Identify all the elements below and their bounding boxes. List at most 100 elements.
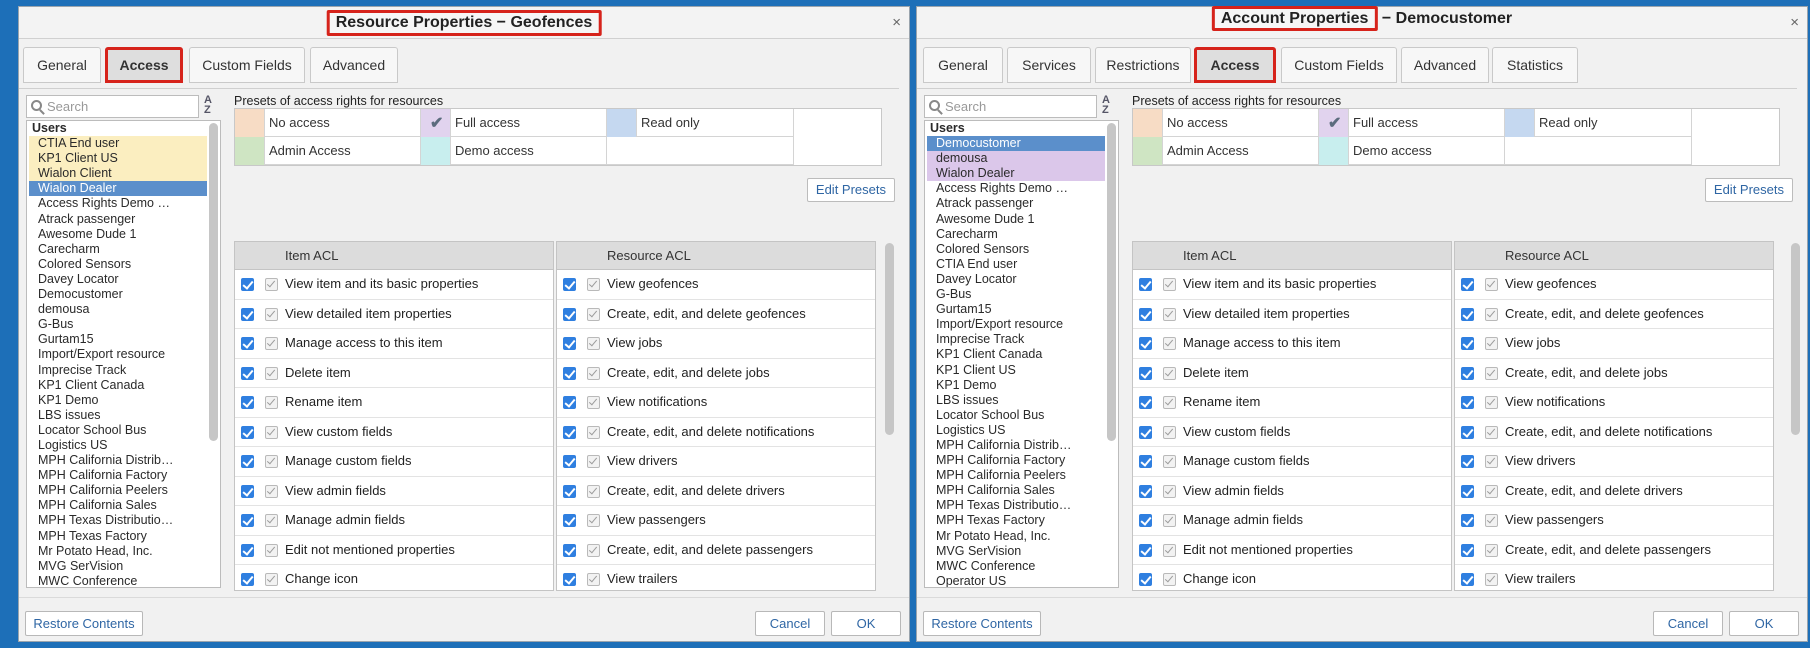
ok-button[interactable]: OK (1729, 611, 1799, 636)
user-list-item[interactable]: Gurtam15 (29, 332, 207, 347)
permission-checkbox[interactable] (1139, 396, 1152, 409)
permission-checkbox[interactable] (1461, 455, 1474, 468)
permission-checkbox[interactable] (563, 366, 576, 380)
user-list-item[interactable]: Mr Potato Head, Inc. (29, 544, 207, 559)
user-list-item[interactable]: Operator US (927, 574, 1105, 587)
user-list-item[interactable]: Import/Export resource (927, 317, 1105, 332)
user-list-item[interactable]: Carecharm (29, 242, 207, 257)
permission-checkbox[interactable] (1461, 307, 1474, 321)
permission-checkbox[interactable] (241, 455, 254, 468)
user-list-item[interactable]: Davey Locator (927, 272, 1105, 287)
user-list-item[interactable]: MPH California Peelers (927, 468, 1105, 483)
permission-checkbox[interactable] (1139, 337, 1152, 350)
permission-checkbox[interactable] (563, 573, 576, 586)
edit-presets-button[interactable]: Edit Presets (806, 178, 895, 202)
permission-checkbox[interactable] (563, 425, 576, 439)
permission-checkbox[interactable] (563, 514, 576, 527)
tab-statistics[interactable]: Statistics (1492, 47, 1578, 83)
user-list-item[interactable]: Logistics US (927, 423, 1105, 438)
user-list-item[interactable]: MVG SerVision (927, 544, 1105, 559)
acl-scrollbar[interactable] (1791, 243, 1800, 435)
permission-checkbox[interactable] (563, 543, 576, 557)
user-list-item[interactable]: demousa (29, 302, 207, 317)
user-list-item[interactable]: demousa (927, 151, 1105, 167)
permission-checkbox[interactable] (1461, 425, 1474, 439)
edit-presets-button[interactable]: Edit Presets (1704, 178, 1793, 202)
permission-checkbox[interactable] (1461, 543, 1474, 557)
user-list-item[interactable]: MPH California Peelers (29, 483, 207, 498)
user-list-item[interactable]: Locator School Bus (29, 423, 207, 438)
user-list-item[interactable]: Davey Locator (29, 272, 207, 287)
permission-checkbox[interactable] (241, 396, 254, 409)
user-list-item[interactable]: Locator School Bus (927, 408, 1105, 423)
acl-scrollbar[interactable] (885, 243, 894, 435)
permission-checkbox[interactable] (241, 425, 254, 439)
permission-checkbox[interactable] (563, 455, 576, 468)
user-list-item[interactable]: Colored Sensors (29, 257, 207, 272)
search-input[interactable]: Search (924, 95, 1097, 118)
user-list-item[interactable]: MPH Texas Factory (29, 529, 207, 544)
permission-checkbox[interactable] (563, 278, 576, 291)
preset-item[interactable]: Admin Access (1133, 137, 1319, 165)
user-list-item[interactable]: MPH Texas Distributio… (927, 498, 1105, 513)
permission-checkbox[interactable] (1139, 278, 1152, 291)
restore-contents-button[interactable]: Restore Contents (25, 611, 143, 636)
user-list-item[interactable]: LBS issues (29, 408, 207, 423)
permission-checkbox[interactable] (241, 543, 254, 557)
permission-checkbox[interactable] (1461, 278, 1474, 291)
user-list-item[interactable]: MPH California Distrib… (927, 438, 1105, 453)
user-list-item[interactable]: Democustomer (927, 136, 1105, 152)
permission-checkbox[interactable] (1139, 543, 1152, 557)
preset-item[interactable]: No access (1133, 109, 1319, 137)
tab-custom-fields[interactable]: Custom Fields (1281, 47, 1397, 83)
sort-az-icon[interactable]: AZ (1102, 95, 1110, 116)
user-list-item[interactable]: MVG SerVision (29, 559, 207, 574)
user-list-item[interactable]: CTIA End user (29, 136, 207, 152)
permission-checkbox[interactable] (563, 337, 576, 350)
preset-item[interactable]: Admin Access (235, 137, 421, 165)
user-list-scrollbar[interactable] (209, 123, 218, 441)
preset-item[interactable]: Read only (607, 109, 794, 137)
user-list-item[interactable]: KP1 Client Canada (927, 347, 1105, 362)
user-list-item[interactable]: Wialon Dealer (927, 166, 1105, 182)
preset-item[interactable]: Demo access (421, 137, 607, 165)
user-list-item[interactable]: Atrack passenger (927, 196, 1105, 211)
permission-checkbox[interactable] (1461, 337, 1474, 350)
restore-contents-button[interactable]: Restore Contents (923, 611, 1041, 636)
user-list-item[interactable]: Mr Potato Head, Inc. (927, 529, 1105, 544)
user-list[interactable]: Users Democustomer demousa Wialon Dealer Ac… (924, 120, 1119, 588)
cancel-button[interactable]: Cancel (1653, 611, 1723, 636)
preset-item[interactable]: No access (235, 109, 421, 137)
user-list-item[interactable]: LBS issues (927, 393, 1105, 408)
sort-az-icon[interactable]: AZ (204, 95, 212, 116)
permission-checkbox[interactable] (1139, 425, 1152, 439)
user-list-item[interactable]: Wialon Dealer (29, 181, 207, 197)
user-list-item[interactable]: Gurtam15 (927, 302, 1105, 317)
permission-checkbox[interactable] (241, 514, 254, 527)
permission-checkbox[interactable] (241, 573, 254, 586)
permission-checkbox[interactable] (563, 484, 576, 498)
user-list-item[interactable]: Imprecise Track (927, 332, 1105, 347)
tab-advanced[interactable]: Advanced (310, 47, 398, 83)
permission-checkbox[interactable] (241, 484, 254, 498)
user-list-item[interactable]: G-Bus (927, 287, 1105, 302)
user-list-item[interactable]: Wialon Client (29, 166, 207, 182)
user-list-item[interactable]: Colored Sensors (927, 242, 1105, 257)
preset-item[interactable]: Demo access (1319, 137, 1505, 165)
permission-checkbox[interactable] (1139, 366, 1152, 380)
tab-access[interactable]: Access (105, 47, 183, 83)
tab-restrictions[interactable]: Restrictions (1095, 47, 1191, 83)
close-icon[interactable]: × (892, 14, 901, 31)
permission-checkbox[interactable] (241, 366, 254, 380)
permission-checkbox[interactable] (1461, 514, 1474, 527)
user-list-item[interactable]: KP1 Client Canada (29, 378, 207, 393)
tab-general[interactable]: General (923, 47, 1003, 83)
user-list-item[interactable]: Awesome Dude 1 (29, 227, 207, 242)
permission-checkbox[interactable] (1139, 307, 1152, 321)
cancel-button[interactable]: Cancel (755, 611, 825, 636)
user-list-item[interactable]: KP1 Demo (927, 378, 1105, 393)
user-list-item[interactable]: KP1 Client US (29, 151, 207, 167)
user-list-item[interactable]: KP1 Demo (29, 393, 207, 408)
permission-checkbox[interactable] (1139, 573, 1152, 586)
user-list-item[interactable]: Logistics US (29, 438, 207, 453)
